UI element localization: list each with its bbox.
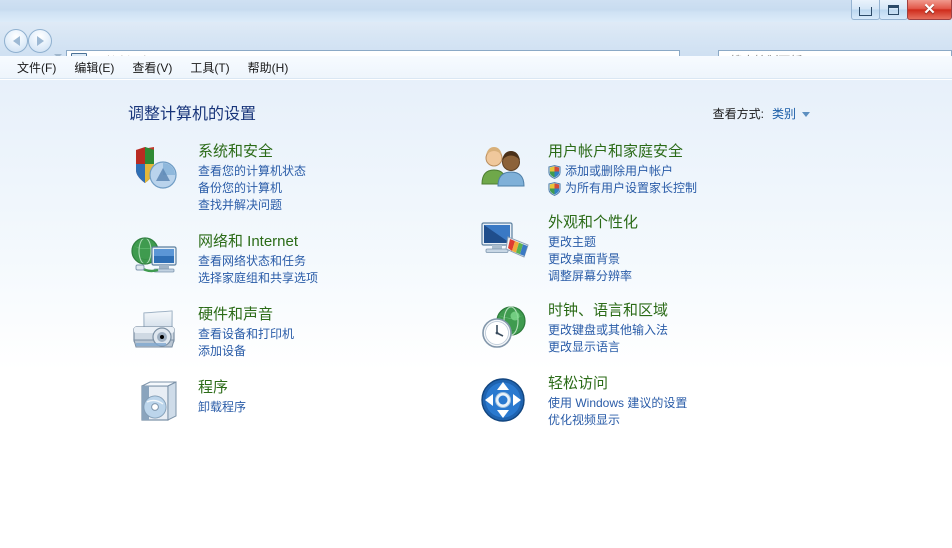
back-arrow-icon bbox=[12, 36, 20, 46]
category-link-label: 更改桌面背景 bbox=[548, 252, 621, 266]
category-column-right: 用户帐户和家庭安全添加或删除用户帐户为所有用户设置家长控制外观和个性化更改主题更… bbox=[478, 142, 838, 459]
navigation-bar: 控制面板 ↯ ⌕ bbox=[0, 22, 952, 72]
category-title[interactable]: 硬件和声音 bbox=[198, 305, 488, 324]
network-globe-monitor-icon[interactable] bbox=[128, 234, 184, 282]
chevron-down-icon[interactable] bbox=[802, 112, 810, 117]
printer-speaker-icon bbox=[133, 310, 175, 348]
category-link-label: 查看网络状态和任务 bbox=[198, 254, 307, 268]
category-link[interactable]: 添加设备 bbox=[198, 343, 488, 360]
menu-item-edit[interactable]: 编辑(E) bbox=[65, 57, 123, 78]
ease-of-access-icon[interactable] bbox=[478, 376, 534, 424]
category-link[interactable]: 为所有用户设置家长控制 bbox=[548, 180, 838, 197]
category-link-label: 调整屏幕分辨率 bbox=[548, 269, 633, 283]
title-bar: ✕ bbox=[0, 0, 952, 23]
forward-arrow-icon bbox=[36, 36, 44, 46]
category-link[interactable]: 卸载程序 bbox=[198, 399, 488, 416]
category-link[interactable]: 更改主题 bbox=[548, 234, 838, 251]
category-title[interactable]: 程序 bbox=[198, 378, 488, 397]
category-item: 用户帐户和家庭安全添加或删除用户帐户为所有用户设置家长控制 bbox=[478, 142, 838, 197]
minimize-button[interactable] bbox=[851, 0, 880, 20]
programs-cd-box-icon[interactable] bbox=[128, 380, 184, 428]
category-title[interactable]: 用户帐户和家庭安全 bbox=[548, 142, 838, 161]
category-link-label: 查看设备和打印机 bbox=[198, 327, 295, 341]
clock-globe-icon bbox=[482, 306, 526, 348]
shield-and-chart-icon[interactable] bbox=[128, 144, 184, 192]
category-link[interactable]: 优化视频显示 bbox=[548, 412, 838, 429]
category-link[interactable]: 更改桌面背景 bbox=[548, 251, 838, 268]
forward-button[interactable] bbox=[28, 29, 52, 53]
category-link-label: 更改键盘或其他输入法 bbox=[548, 323, 669, 337]
category-item: 外观和个性化更改主题更改桌面背景 调整屏幕分辨率 bbox=[478, 213, 838, 285]
menu-bar: 文件(F) 编辑(E) 查看(V) 工具(T) 帮助(H) bbox=[0, 56, 952, 79]
category-link-label: 添加设备 bbox=[198, 344, 247, 358]
menu-item-help[interactable]: 帮助(H) bbox=[239, 57, 298, 78]
maximize-icon bbox=[888, 4, 899, 15]
shield-and-chart-icon bbox=[136, 147, 177, 189]
category-item: 时钟、语言和区域更改键盘或其他输入法 更改显示语言 bbox=[478, 301, 838, 356]
maximize-button[interactable] bbox=[879, 0, 908, 20]
category-link[interactable]: 查找并解决问题 bbox=[198, 197, 488, 214]
category-item: 系统和安全查看您的计算机状态 备份您的计算机 查找并解决问题 bbox=[128, 142, 488, 214]
content-area: 调整计算机的设置 查看方式: 类别 系统和安全 查看您的计算机状态 备份您的计算机查… bbox=[0, 80, 952, 548]
category-link[interactable]: 添加或删除用户帐户 bbox=[548, 163, 838, 180]
user-accounts-people-icon[interactable] bbox=[478, 144, 534, 192]
category-item: 轻松访问使用 Windows 建议的设置 优化视频显示 bbox=[478, 374, 838, 440]
category-link-label: 更改显示语言 bbox=[548, 340, 621, 354]
category-title[interactable]: 网络和 Internet bbox=[198, 232, 488, 251]
menu-item-view[interactable]: 查看(V) bbox=[123, 57, 181, 78]
category-link-label: 更改主题 bbox=[548, 235, 597, 249]
category-link[interactable]: 查看您的计算机状态 bbox=[198, 163, 488, 180]
category-link[interactable]: 更改显示语言 bbox=[548, 339, 838, 356]
category-link-label: 选择家庭组和共享选项 bbox=[198, 271, 319, 285]
category-item: 程序 卸载程序 bbox=[128, 378, 488, 444]
control-panel-window: ✕ 控制面板 ↯ ⌕ 文件(F) 编辑(E) 查看(V) 工具(T) bbox=[0, 0, 952, 548]
back-button[interactable] bbox=[4, 29, 28, 53]
category-link[interactable]: 选择家庭组和共享选项 bbox=[198, 270, 488, 287]
category-link-label: 使用 Windows 建议的设置 bbox=[548, 396, 688, 410]
category-link[interactable]: 使用 Windows 建议的设置 bbox=[548, 395, 838, 412]
close-icon: ✕ bbox=[923, 0, 936, 18]
category-item: 硬件和声音查看设备和打印机 添加设备 bbox=[128, 305, 488, 360]
category-title[interactable]: 时钟、语言和区域 bbox=[548, 301, 838, 320]
user-accounts-people-icon bbox=[481, 147, 525, 187]
category-link-label: 为所有用户设置家长控制 bbox=[565, 181, 698, 195]
appearance-monitor-palette-icon bbox=[481, 222, 529, 258]
category-link-label: 备份您的计算机 bbox=[198, 181, 283, 195]
category-link-label: 查找并解决问题 bbox=[198, 198, 283, 212]
category-link-label: 卸载程序 bbox=[198, 400, 247, 414]
category-link-label: 添加或删除用户帐户 bbox=[565, 164, 674, 178]
uac-shield-icon bbox=[548, 164, 561, 179]
window-controls: ✕ bbox=[851, 0, 952, 21]
category-link-label: 优化视频显示 bbox=[548, 413, 621, 427]
category-title[interactable]: 轻松访问 bbox=[548, 374, 838, 393]
close-button[interactable]: ✕ bbox=[907, 0, 952, 20]
category-title[interactable]: 系统和安全 bbox=[198, 142, 488, 161]
menu-item-file[interactable]: 文件(F) bbox=[8, 57, 65, 78]
uac-shield-icon bbox=[548, 181, 561, 196]
clock-globe-icon[interactable] bbox=[478, 303, 534, 351]
network-globe-monitor-icon bbox=[131, 237, 177, 273]
category-link[interactable]: 查看网络状态和任务 bbox=[198, 253, 488, 270]
category-column-left: 系统和安全查看您的计算机状态 备份您的计算机 查找并解决问题网络和 Internet… bbox=[128, 142, 488, 463]
ease-of-access-icon bbox=[481, 378, 525, 422]
category-link[interactable]: 查看设备和打印机 bbox=[198, 326, 488, 343]
category-link[interactable]: 更改键盘或其他输入法 bbox=[548, 322, 838, 339]
menu-item-tools[interactable]: 工具(T) bbox=[181, 57, 238, 78]
category-item: 网络和 Internet 查看网络状态和任务 选择家庭组和共享选项 bbox=[128, 232, 488, 287]
appearance-monitor-palette-icon[interactable] bbox=[478, 215, 534, 263]
printer-speaker-icon[interactable] bbox=[128, 307, 184, 355]
category-title[interactable]: 外观和个性化 bbox=[548, 213, 838, 232]
category-link[interactable]: 调整屏幕分辨率 bbox=[548, 268, 838, 285]
programs-cd-box-icon bbox=[141, 381, 177, 421]
view-by-label: 查看方式: bbox=[712, 107, 764, 121]
view-by-value[interactable]: 类别 bbox=[772, 105, 796, 122]
minimize-icon bbox=[859, 6, 872, 16]
category-link[interactable]: 备份您的计算机 bbox=[198, 180, 488, 197]
category-link-label: 查看您的计算机状态 bbox=[198, 164, 307, 178]
view-by-selector[interactable]: 查看方式: 类别 bbox=[713, 105, 810, 122]
page-title: 调整计算机的设置 bbox=[128, 106, 257, 123]
